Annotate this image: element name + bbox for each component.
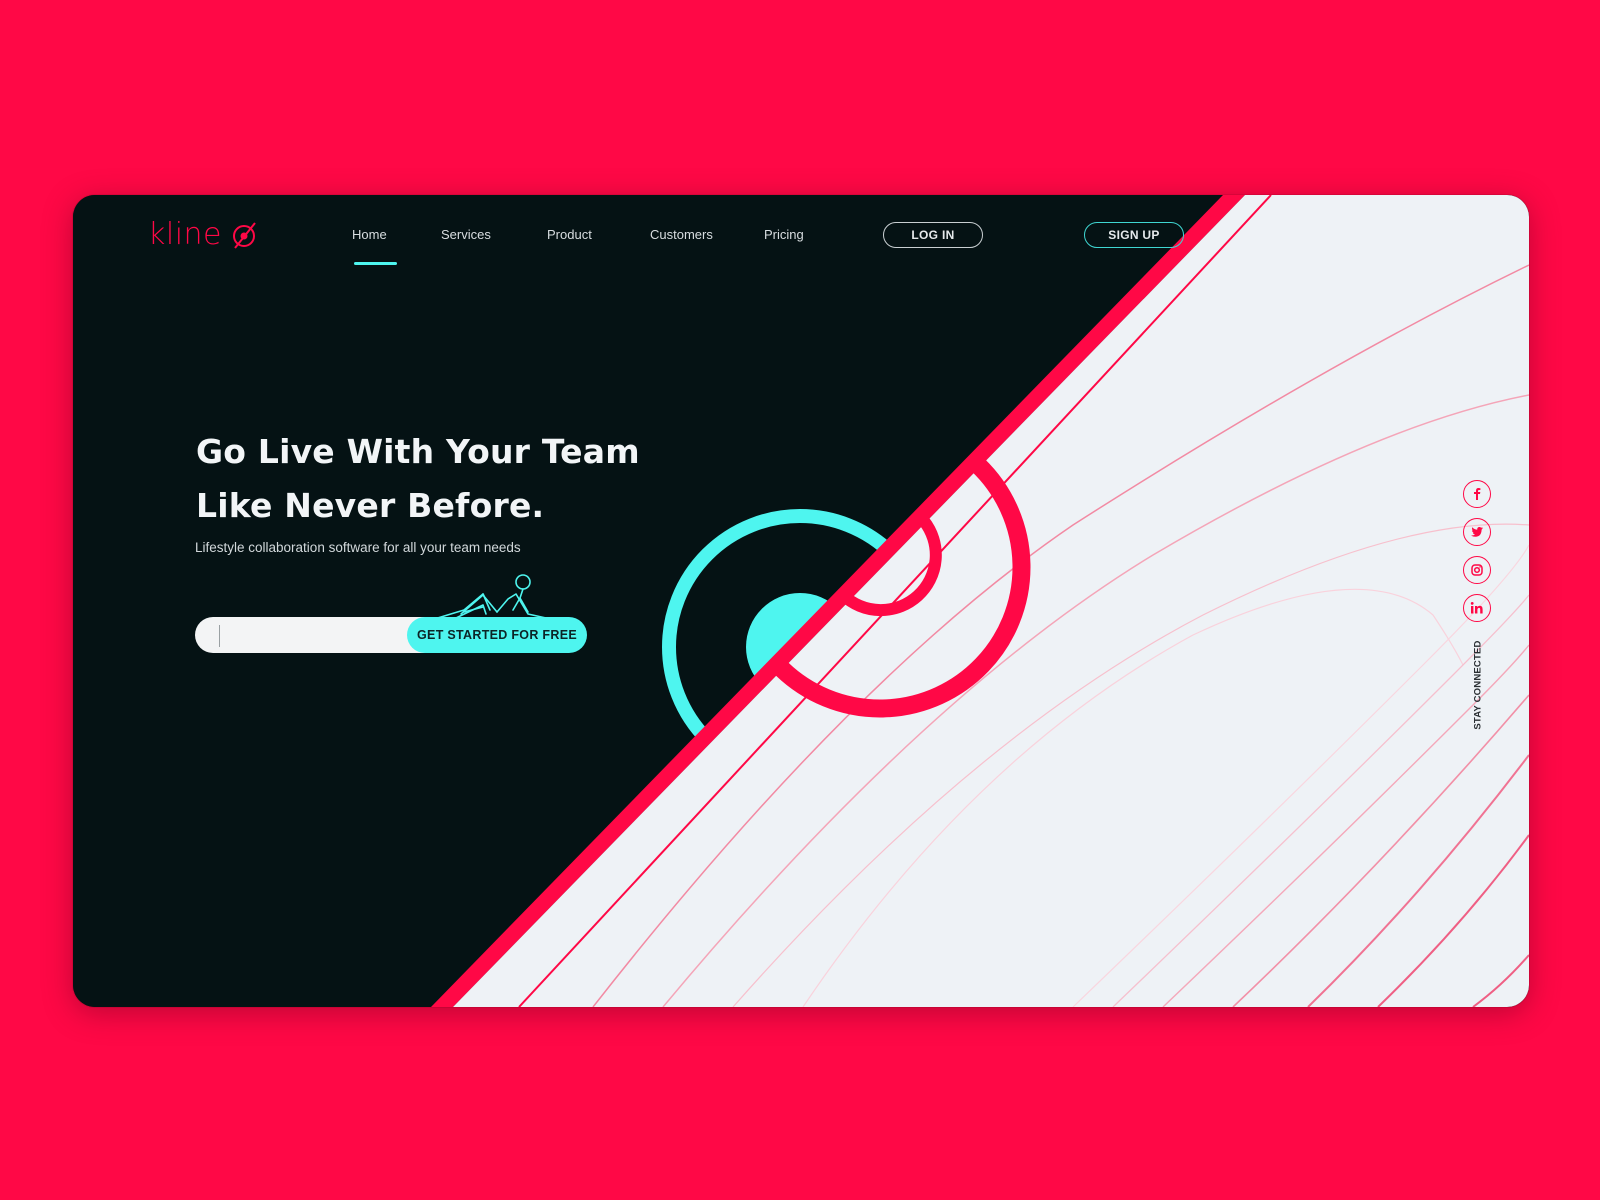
facebook-link[interactable] bbox=[1463, 480, 1491, 508]
twitter-link[interactable] bbox=[1463, 518, 1491, 546]
nav-item-home[interactable]: Home bbox=[352, 227, 387, 242]
hero-title-line-1: Go Live With Your Team bbox=[196, 432, 640, 471]
reclining-person-illustration bbox=[430, 574, 547, 621]
stay-connected-label: STAY CONNECTED bbox=[1464, 635, 1492, 735]
nav-item-product[interactable]: Product bbox=[547, 227, 592, 242]
logo-text: kline bbox=[148, 217, 223, 252]
nav-item-pricing[interactable]: Pricing bbox=[764, 227, 804, 242]
stay-connected-text: STAY CONNECTED bbox=[1472, 640, 1484, 730]
get-started-button[interactable]: GET STARTED FOR FREE bbox=[407, 617, 587, 653]
twitter-icon bbox=[1471, 527, 1483, 537]
nav-item-services[interactable]: Services bbox=[441, 227, 491, 242]
logo[interactable]: kline bbox=[148, 217, 260, 252]
hero-title: Go Live With Your Team Like Never Before… bbox=[196, 425, 640, 533]
text-caret bbox=[219, 625, 220, 647]
linkedin-icon bbox=[1470, 602, 1483, 614]
landing-page-window: kline Home Services Product Customers Pr… bbox=[73, 195, 1529, 1007]
login-button[interactable]: LOG IN bbox=[883, 222, 983, 248]
hero-title-line-2: Like Never Before. bbox=[196, 486, 545, 525]
signup-button[interactable]: SIGN UP bbox=[1084, 222, 1184, 248]
instagram-link[interactable] bbox=[1463, 556, 1491, 584]
facebook-icon bbox=[1474, 488, 1481, 500]
target-slash-icon bbox=[233, 221, 256, 249]
hero-background-graphic bbox=[73, 195, 1529, 1007]
social-links bbox=[1463, 480, 1495, 632]
nav-item-customers[interactable]: Customers bbox=[650, 227, 713, 242]
instagram-icon bbox=[1471, 564, 1483, 576]
signup-form: GET STARTED FOR FREE bbox=[195, 617, 587, 653]
active-nav-indicator bbox=[354, 262, 397, 265]
linkedin-link[interactable] bbox=[1463, 594, 1491, 622]
hero-subtitle: Lifestyle collaboration software for all… bbox=[195, 540, 521, 555]
